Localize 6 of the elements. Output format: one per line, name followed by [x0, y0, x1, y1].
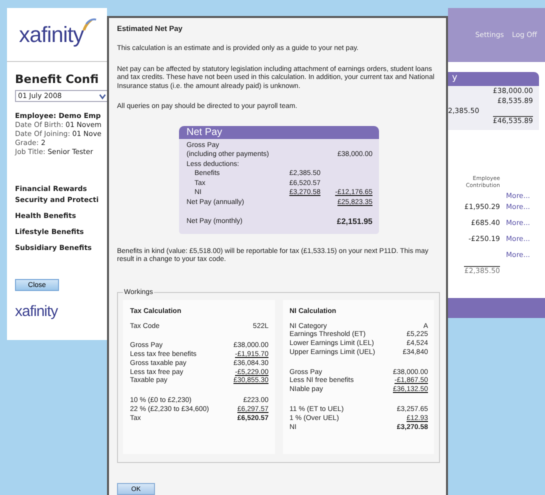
logo: xafinity — [19, 22, 84, 48]
net-pay-title: Net Pay — [178, 126, 378, 138]
page-title: Benefit Confi — [15, 72, 100, 86]
summary-header: y — [448, 72, 539, 86]
net-pay-total: £2,151.95 — [336, 217, 372, 226]
footer-logo: xafinity — [15, 303, 58, 320]
